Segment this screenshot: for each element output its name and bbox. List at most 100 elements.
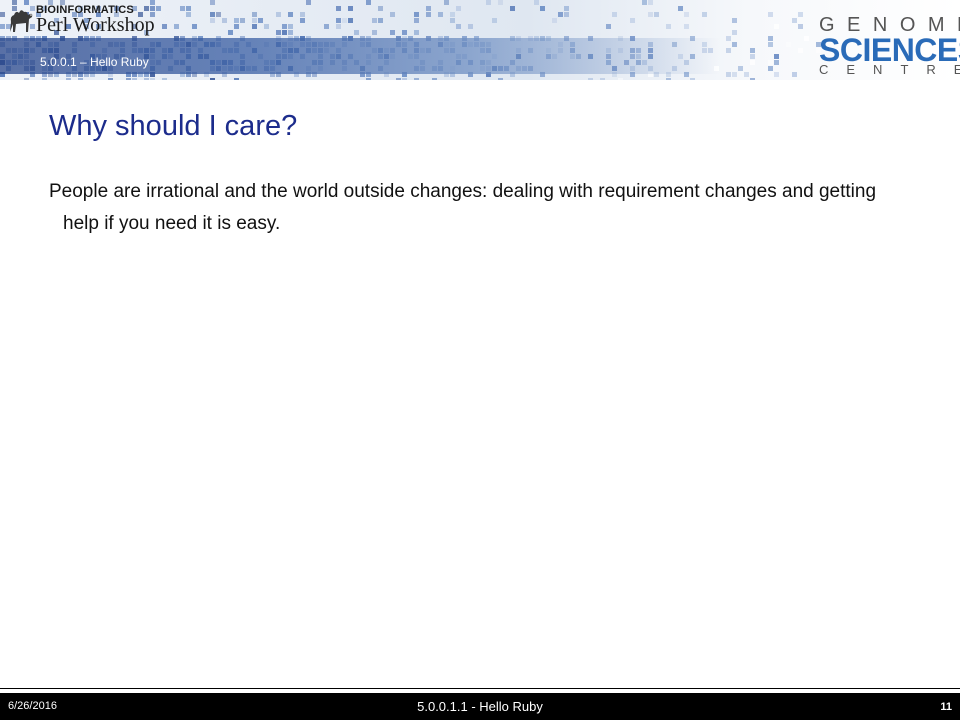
pixel-tile [450, 12, 455, 17]
pixel-tile [174, 24, 179, 29]
pixel-tile [234, 24, 239, 29]
pixel-tile [750, 48, 755, 53]
pixel-tile [750, 78, 755, 80]
pixel-tile [432, 78, 437, 80]
pixel-tile [390, 12, 395, 17]
pixel-tile [42, 78, 47, 80]
pixel-tile [648, 0, 653, 5]
pixel-tile [726, 48, 731, 53]
pixel-tile [366, 78, 371, 80]
pixel-tile [768, 66, 773, 71]
pixel-tile [630, 18, 635, 23]
pixel-tile [792, 72, 797, 77]
pixel-tile [648, 12, 653, 17]
camel-icon [10, 10, 33, 33]
pixel-tile [150, 78, 155, 80]
pixel-tile [438, 12, 443, 17]
pixel-tile [414, 12, 419, 17]
pixel-tile [798, 12, 803, 17]
pixel-tile [414, 30, 419, 35]
pixel-tile [774, 72, 779, 77]
pixel-tile [180, 6, 185, 11]
pixel-tile [324, 24, 329, 29]
pixel-tile [192, 24, 197, 29]
pixel-tile [210, 0, 215, 5]
pixel-tile [732, 72, 737, 77]
slide-body-text: People are irrational and the world outs… [49, 181, 877, 234]
pixel-tile [24, 78, 29, 80]
pixel-tile [288, 12, 293, 17]
pixel-tile [126, 78, 131, 80]
header-subtitle: 5.0.0.1 – Hello Ruby [40, 55, 149, 69]
pixel-tile [390, 30, 395, 35]
pixel-tile [732, 42, 737, 47]
pixel-tile [750, 54, 755, 59]
pixel-tile [498, 78, 503, 80]
pixel-tile [426, 12, 431, 17]
pixel-tile [798, 24, 803, 29]
pixel-tile [234, 78, 239, 80]
pixel-tile [396, 78, 401, 80]
pixel-tile [678, 6, 683, 11]
pixel-tile [666, 24, 671, 29]
footer-bar: 6/26/2016 5.0.0.1.1 - Hello Ruby 11 [0, 693, 960, 720]
pixel-tile [654, 12, 659, 17]
pixel-tile [726, 72, 731, 77]
footer-divider [0, 688, 960, 689]
pixel-tile [774, 54, 779, 59]
pixel-tile [774, 60, 779, 65]
pixel-tile [348, 18, 353, 23]
pixel-tile [228, 30, 233, 35]
pixel-tile [276, 30, 281, 35]
pixel-tile [276, 12, 281, 17]
pixel-tile [768, 36, 773, 41]
pixel-tile [468, 24, 473, 29]
pixel-tile [498, 0, 503, 5]
pixel-tile [786, 42, 791, 47]
pixel-tile [414, 18, 419, 23]
pixel-tile [798, 48, 803, 53]
pixel-tile [540, 6, 545, 11]
pixel-tile [282, 24, 287, 29]
pixel-tile [450, 18, 455, 23]
pixel-tile [750, 60, 755, 65]
pixel-tile [456, 24, 461, 29]
pixel-tile [774, 24, 779, 29]
pixel-tile [768, 42, 773, 47]
pixel-tile [78, 78, 83, 80]
pixel-tile [252, 24, 257, 29]
pixel-tile [588, 78, 593, 80]
header-banner: BIOINFORMATICS Perl Workshop 5.0.0.1 – H… [0, 0, 960, 80]
pixel-tile [726, 36, 731, 41]
genome-sciences-centre-logo: GENOME SCIENCES CENTRE [815, 12, 960, 78]
pixel-tile [402, 78, 407, 80]
pixel-tile [414, 78, 419, 80]
pixel-tile [486, 0, 491, 5]
pixel-tile [210, 78, 215, 80]
pixel-tile [618, 78, 623, 80]
pixel-tile [108, 78, 113, 80]
pixel-tile [402, 30, 407, 35]
pixel-tile [456, 6, 461, 11]
pixel-tile [162, 78, 167, 80]
pixel-tile [492, 18, 497, 23]
slide-title: Why should I care? [49, 110, 298, 142]
pixel-tile [738, 66, 743, 71]
pixel-tile [666, 78, 671, 80]
pixel-tile [378, 18, 383, 23]
pixel-tile [306, 0, 311, 5]
pixel-tile [288, 30, 293, 35]
pixel-tile [600, 78, 605, 80]
pixel-tile [300, 12, 305, 17]
pixel-tile [132, 78, 137, 80]
pixel-tile [534, 0, 539, 5]
pixel-tile [606, 24, 611, 29]
pixel-tile [372, 18, 377, 23]
pixel-tile [288, 24, 293, 29]
pixel-tile [732, 30, 737, 35]
pixel-tile [642, 0, 647, 5]
pixel-tile [66, 78, 71, 80]
pixel-tile [690, 78, 695, 80]
pixel-tile [252, 12, 257, 17]
pixel-tile [366, 0, 371, 5]
